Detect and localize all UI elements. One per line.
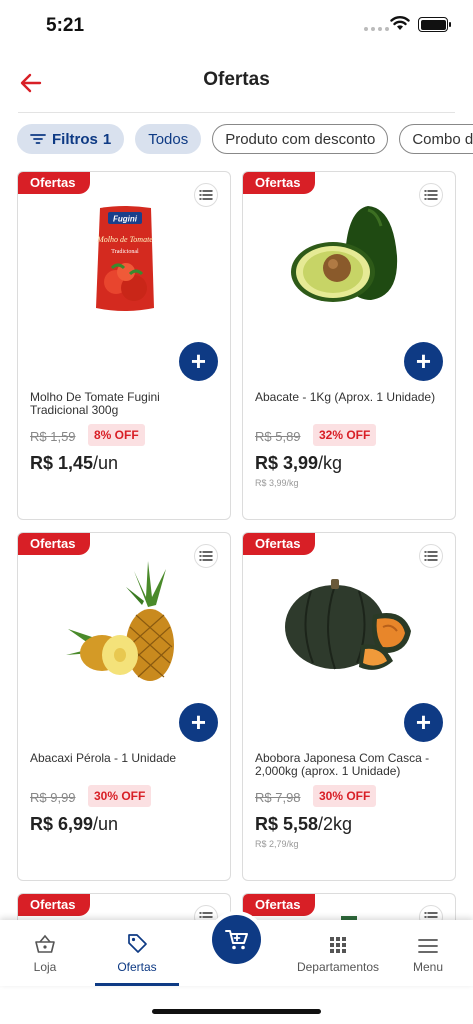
add-to-cart-button[interactable]: + xyxy=(404,703,443,742)
page-header: Ofertas xyxy=(0,55,473,113)
chip-all[interactable]: Todos xyxy=(135,124,202,154)
unit-price: R$ 3,99/kg xyxy=(255,478,299,488)
tab-menu[interactable]: Menu xyxy=(406,920,450,986)
chip-discount[interactable]: Produto com desconto xyxy=(212,124,389,154)
price: R$ 5,58/2kg xyxy=(255,814,352,835)
product-card[interactable]: Ofertas + Abacate - 1Kg (Aprox. 1 Unidad… xyxy=(242,171,456,520)
package-brand-text: Fugini xyxy=(113,215,138,224)
tab-store-label: Loja xyxy=(33,960,57,974)
product-card[interactable]: Ofertas + Abobora Japonesa Com Casca - 2… xyxy=(242,532,456,881)
add-to-cart-button[interactable]: + xyxy=(404,342,443,381)
cart-button[interactable] xyxy=(212,915,261,964)
tag-icon xyxy=(128,934,147,953)
old-price: R$ 5,89 xyxy=(255,429,301,444)
product-name: Molho De Tomate Fugini Tradicional 300g xyxy=(30,390,160,417)
active-tab-indicator xyxy=(95,983,179,986)
wifi-icon xyxy=(390,16,410,30)
price: R$ 6,99/un xyxy=(30,814,118,835)
list-icon[interactable] xyxy=(419,183,443,207)
price-unit: /kg xyxy=(318,453,343,473)
product-name: Abobora Japonesa Com Casca - 2,000kg (ap… xyxy=(255,751,430,778)
tab-departments-label: Departamentos xyxy=(296,960,380,974)
status-time: 5:21 xyxy=(46,15,85,36)
offer-badge: Ofertas xyxy=(18,172,90,194)
header-divider xyxy=(18,112,455,113)
product-card[interactable]: Ofertas + Abacaxi Pérola - 1 Unidade R$ … xyxy=(17,532,231,881)
filters-label: Filtros xyxy=(52,130,98,148)
filter-chips: Filtros 1 Todos Produto com desconto Com… xyxy=(17,124,473,154)
product-name: Abacaxi Pérola - 1 Unidade xyxy=(30,751,177,765)
battery-icon xyxy=(418,17,451,32)
price: R$ 1,45/un xyxy=(30,453,118,474)
offer-badge: Ofertas xyxy=(18,533,90,555)
unit-price: R$ 2,79/kg xyxy=(255,839,299,849)
old-price: R$ 7,98 xyxy=(255,790,301,805)
package-product-text: Molho de Tomate xyxy=(96,235,153,244)
tab-menu-label: Menu xyxy=(412,960,444,974)
grid-icon xyxy=(330,937,346,953)
discount-badge: 30% OFF xyxy=(88,785,152,807)
list-icon[interactable] xyxy=(419,544,443,568)
product-image: Fugini Molho de Tomate Tradicional xyxy=(48,196,202,324)
price-unit: /un xyxy=(93,453,119,473)
price-unit: /2kg xyxy=(318,814,353,834)
page-title: Ofertas xyxy=(203,69,270,90)
home-indicator xyxy=(152,1009,321,1014)
product-image xyxy=(48,557,202,685)
offer-badge: Ofertas xyxy=(243,172,315,194)
offer-badge: Ofertas xyxy=(243,894,315,916)
discount-badge: 30% OFF xyxy=(313,785,377,807)
price-value: R$ 5,58 xyxy=(255,814,319,834)
hamburger-icon xyxy=(418,939,438,953)
list-icon[interactable] xyxy=(194,183,218,207)
offer-badge: Ofertas xyxy=(18,894,90,916)
product-card[interactable]: Fugini Molho de Tomate Tradicional Ofert… xyxy=(17,171,231,520)
price-value: R$ 1,45 xyxy=(30,453,94,473)
tab-store[interactable]: Loja xyxy=(18,920,72,986)
price: R$ 3,99/kg xyxy=(255,453,342,474)
list-icon[interactable] xyxy=(194,544,218,568)
product-image xyxy=(273,196,427,324)
price-value: R$ 3,99 xyxy=(255,453,319,473)
product-name: Abacate - 1Kg (Aprox. 1 Unidade) xyxy=(255,390,436,404)
package-variant-text: Tradicional xyxy=(111,249,139,255)
old-price: R$ 1,59 xyxy=(30,429,76,444)
basket-icon xyxy=(35,934,55,953)
signal-icon xyxy=(364,27,389,31)
tab-departments[interactable]: Departamentos xyxy=(296,920,380,986)
filters-count: 1 xyxy=(102,130,112,148)
product-image xyxy=(273,557,427,685)
price-value: R$ 6,99 xyxy=(30,814,94,834)
price-unit: /un xyxy=(93,814,119,834)
offer-badge: Ofertas xyxy=(243,533,315,555)
chip-combo[interactable]: Combo de xyxy=(399,124,473,154)
discount-badge: 32% OFF xyxy=(313,424,377,446)
discount-badge: 8% OFF xyxy=(88,424,145,446)
filters-chip[interactable]: Filtros 1 xyxy=(17,124,125,154)
filter-icon xyxy=(30,134,46,144)
tab-offers[interactable]: Ofertas xyxy=(95,920,179,986)
cart-icon xyxy=(224,929,248,949)
add-to-cart-button[interactable]: + xyxy=(179,342,218,381)
add-to-cart-button[interactable]: + xyxy=(179,703,218,742)
tab-offers-label: Ofertas xyxy=(117,960,157,974)
old-price: R$ 9,99 xyxy=(30,790,76,805)
status-bar: 5:21 xyxy=(0,0,473,50)
